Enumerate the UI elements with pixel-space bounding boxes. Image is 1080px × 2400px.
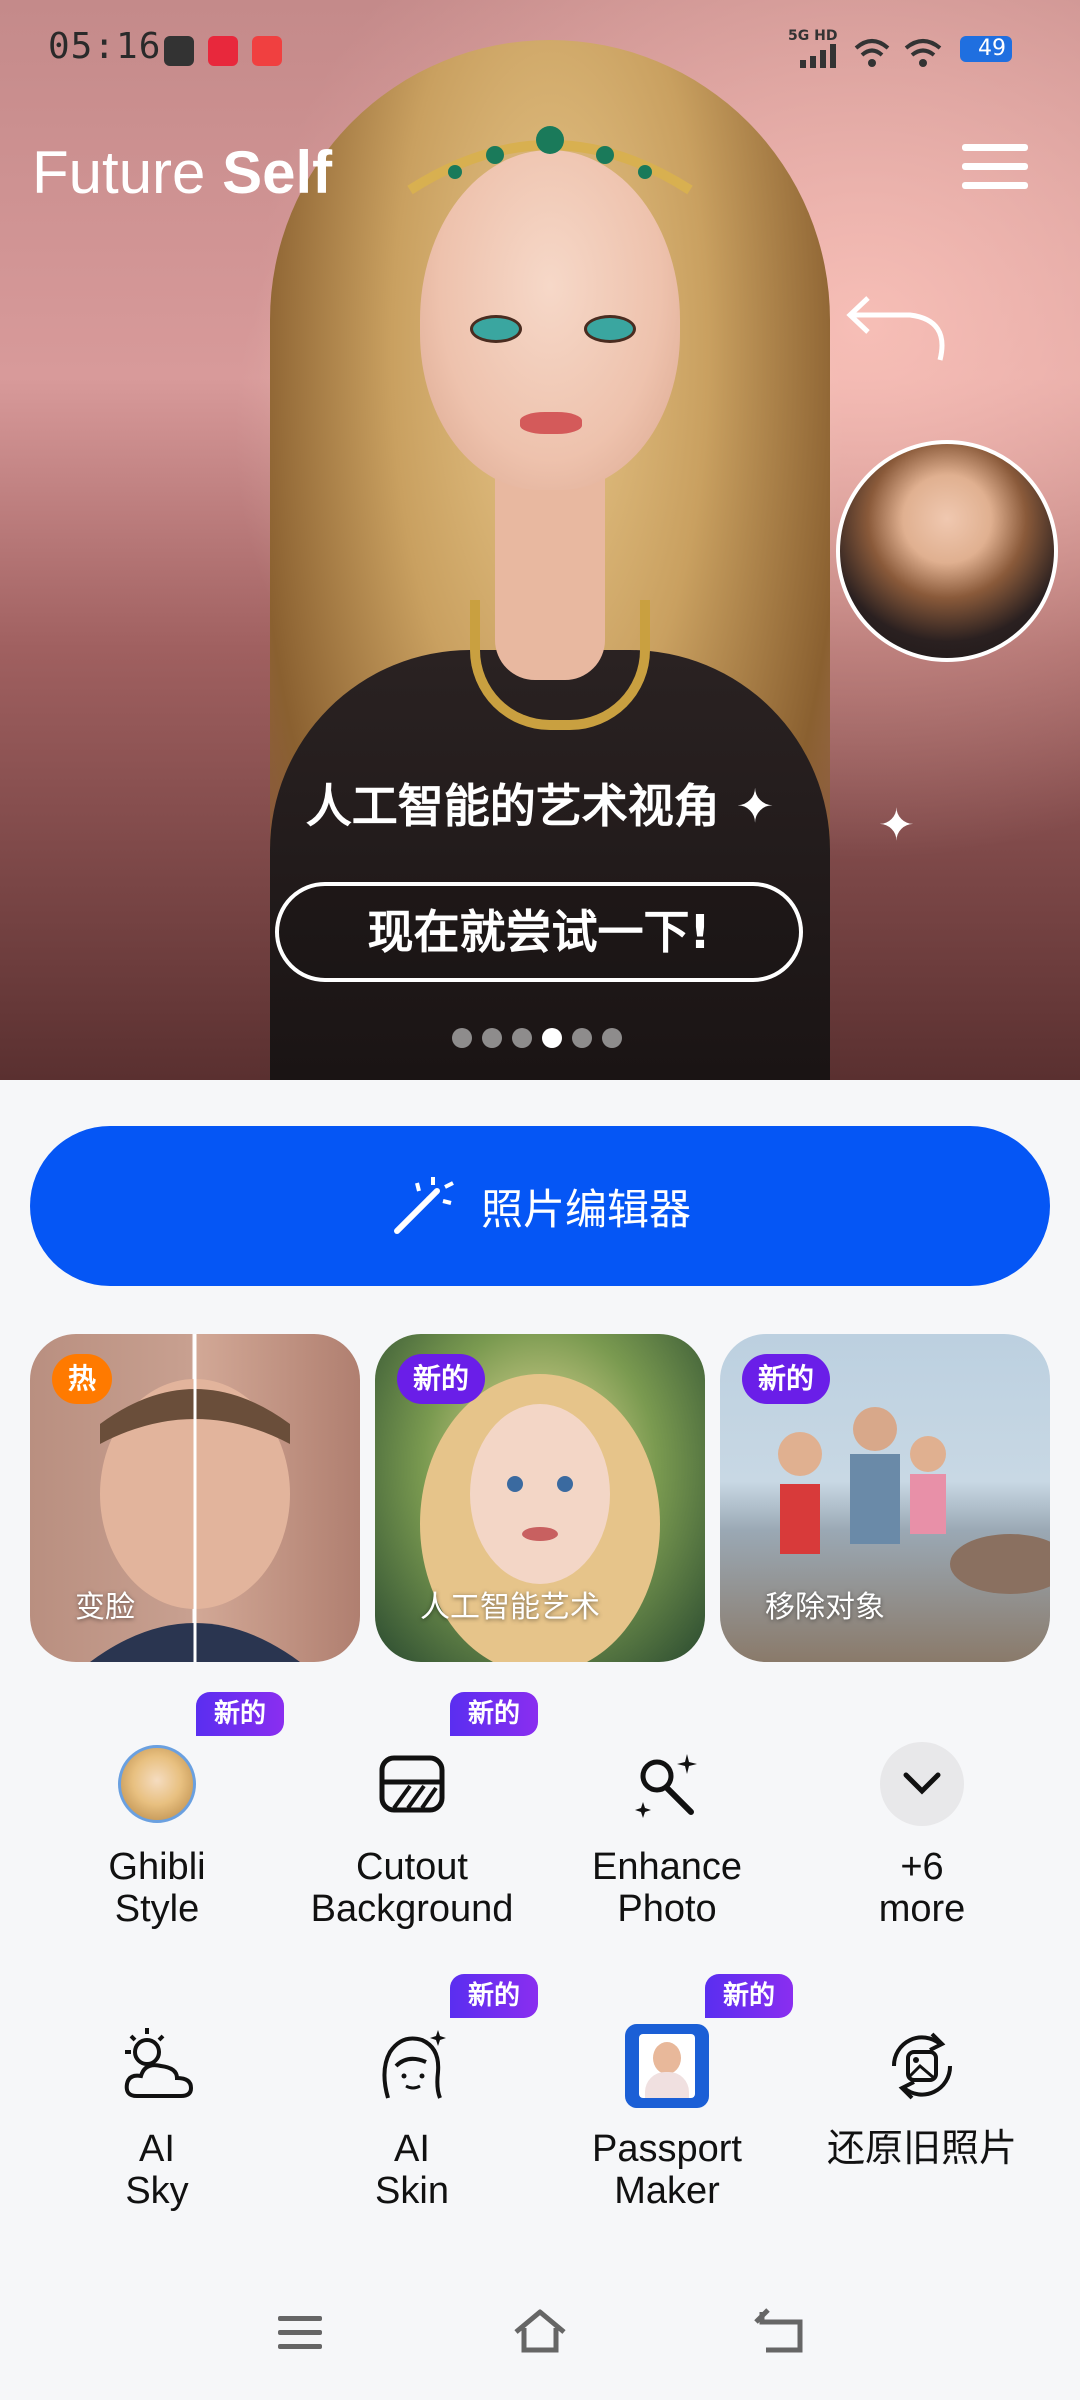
carousel-dot[interactable] [452,1028,472,1048]
sparkle-icon: ✦ [735,779,775,833]
skin-icon [370,2024,454,2108]
tool-restore-old-photo[interactable]: 还原旧照片 [792,2024,1052,2170]
status-time: 05:16 [48,26,162,67]
wifi-icon [904,39,942,67]
carousel-dot-active[interactable] [542,1028,562,1048]
status-bar: 05:16 5G HD 49 [0,0,1080,100]
carousel-indicator [452,1028,632,1050]
new-tag: 新的 [196,1692,285,1736]
crown-decoration [407,126,693,195]
menu-icon[interactable] [962,144,1028,190]
passport-icon [625,2024,709,2108]
carousel-dot[interactable] [512,1028,532,1048]
network-label: 5G HD [788,28,838,44]
home-icon[interactable] [512,2306,568,2356]
arrow-icon [846,296,945,361]
app-notification-icon [252,36,282,66]
carousel-dot[interactable] [572,1028,592,1048]
new-badge: 新的 [397,1354,486,1404]
photo-editor-button[interactable]: 照片编辑器 [30,1126,1050,1286]
cutout-icon [370,1742,454,1826]
app-notification-icon [208,36,238,66]
hot-badge: 热 [52,1354,113,1404]
photo-editor-label: 照片编辑器 [480,1184,691,1234]
tool-ghibli-style[interactable]: Ghibli Style [27,1742,287,1930]
tool-ai-skin[interactable]: AI Skin [282,2024,542,2212]
app-notification-icon [164,36,194,66]
new-tag: 新的 [450,1692,539,1736]
system-nav-bar [0,2290,1080,2380]
magic-wand-icon [393,1177,454,1234]
source-photo-avatar [836,440,1058,662]
sky-icon [115,2024,199,2108]
ghibli-avatar-icon [115,1742,199,1826]
enhance-icon [625,1742,709,1826]
card-label: 移除对象 [765,1590,885,1625]
signal-icon [800,44,836,68]
tool-ai-sky[interactable]: AI Sky [27,2024,287,2212]
new-tag: 新的 [450,1974,539,2018]
tool-enhance-photo[interactable]: Enhance Photo [537,1742,797,1930]
back-icon[interactable] [754,2308,806,2354]
carousel-dot[interactable] [602,1028,622,1048]
recent-apps-icon[interactable] [276,2312,324,2352]
carousel-dot[interactable] [482,1028,502,1048]
restore-icon [880,2024,964,2108]
card-label: 人工智能艺术 [420,1590,600,1625]
sparkle-icon: ✦ [878,800,915,851]
ai-art-card[interactable]: 新的 人工智能艺术 [375,1334,705,1662]
tool-passport-maker[interactable]: Passport Maker [537,2024,797,2212]
app-title: Future Self [32,139,333,206]
hero-caption: 人工智能的艺术视角 ✦ [305,779,775,833]
hero-banner[interactable]: 05:16 5G HD 49 Future Self 人工智能的艺术视角 ✦ ✦ [0,0,1080,1080]
face-swap-card[interactable]: 热 变脸 [30,1334,360,1662]
battery-icon: 49 [960,36,1012,62]
tool-cutout-background[interactable]: Cutout Background [282,1742,542,1930]
tool-more[interactable]: +6 more [792,1742,1052,1930]
remove-object-card[interactable]: 新的 移除对象 [720,1334,1050,1662]
wifi-icon [854,39,890,67]
chevron-down-icon [880,1742,964,1826]
try-now-button[interactable]: 现在就尝试一下! [275,882,803,982]
card-label: 变脸 [75,1590,135,1625]
new-tag: 新的 [705,1974,794,2018]
new-badge: 新的 [742,1354,831,1404]
